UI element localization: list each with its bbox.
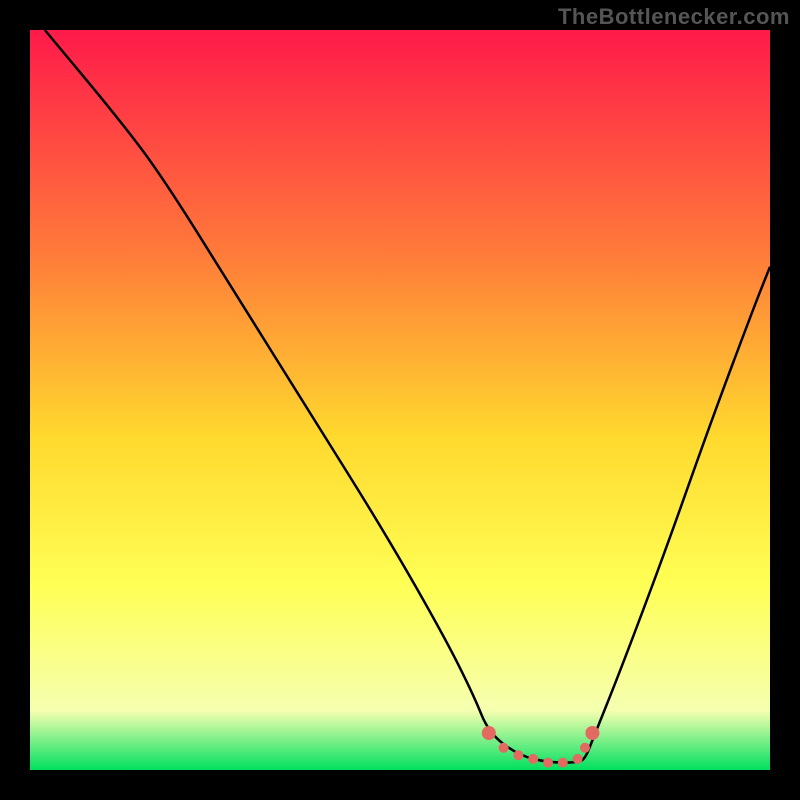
marker-dot [580, 743, 590, 753]
marker-dot [482, 726, 496, 740]
marker-dot [543, 758, 553, 768]
bottleneck-chart [30, 30, 770, 770]
marker-dot [558, 758, 568, 768]
gradient-background [30, 30, 770, 770]
chart-container: TheBottlenecker.com [0, 0, 800, 800]
marker-dot [585, 726, 599, 740]
marker-dot [499, 743, 509, 753]
plot-area [30, 30, 770, 770]
marker-dot [528, 754, 538, 764]
marker-dot [573, 754, 583, 764]
marker-dot [513, 750, 523, 760]
watermark-text: TheBottlenecker.com [558, 4, 790, 30]
